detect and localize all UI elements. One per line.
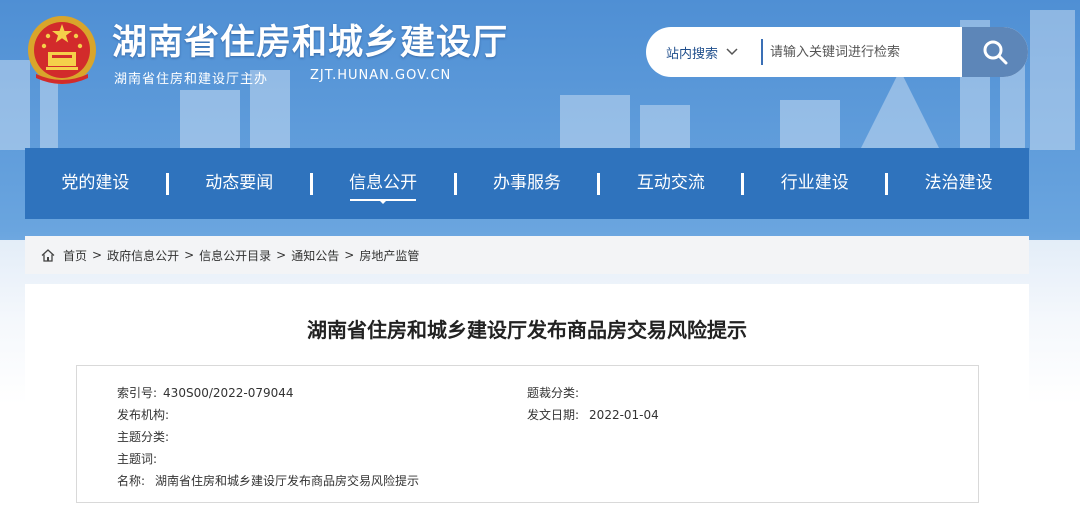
meta-name: 名称: 湖南省住房和城乡建设厅发布商品房交易风险提示 [117, 472, 419, 489]
search-scope-label: 站内搜索 [665, 46, 718, 62]
nav-item-industry[interactable]: 行业建设 [744, 148, 885, 219]
breadcrumb-real-estate[interactable]: 房地产监管 [359, 247, 419, 264]
search-input[interactable] [768, 37, 962, 67]
breadcrumb-info-catalog[interactable]: 信息公开目录 [199, 247, 271, 264]
breadcrumb-separator: > [92, 248, 103, 262]
search-scope-select[interactable]: 站内搜索 [646, 27, 758, 77]
meta-name-value: 湖南省住房和城乡建设厅发布商品房交易风险提示 [155, 474, 420, 488]
meta-date-value: 2022-01-04 [589, 408, 659, 422]
active-caret-icon [379, 200, 388, 204]
meta-name-label: 名称: [117, 474, 146, 488]
meta-publisher-label: 发布机构: [117, 408, 170, 422]
meta-genre-label: 题裁分类: [527, 386, 580, 400]
breadcrumb-home[interactable]: 首页 [63, 247, 87, 264]
nav-item-info-disclosure[interactable]: 信息公开 [313, 148, 454, 219]
chevron-down-icon [726, 48, 738, 56]
meta-index-value: 430S00/2022-079044 [163, 386, 294, 400]
nav-item-interaction[interactable]: 互动交流 [600, 148, 741, 219]
breadcrumb-separator: > [276, 248, 287, 262]
home-icon[interactable] [41, 248, 55, 262]
nav-item-party-building[interactable]: 党的建设 [25, 148, 166, 219]
main-nav: 党的建设 动态要闻 信息公开 办事服务 互动交流 行业建设 法治建设 [25, 148, 1029, 219]
search-button[interactable] [962, 27, 1028, 77]
search-icon [983, 40, 1008, 65]
nav-item-news[interactable]: 动态要闻 [169, 148, 310, 219]
breadcrumb: 首页 > 政府信息公开 > 信息公开目录 > 通知公告 > 房地产监管 [25, 236, 1029, 274]
article-title: 湖南省住房和城乡建设厅发布商品房交易风险提示 [307, 318, 747, 342]
meta-keywords: 主题词: [117, 450, 163, 467]
search-divider [761, 39, 763, 65]
breadcrumb-separator: > [184, 248, 195, 262]
breadcrumb-gov-info[interactable]: 政府信息公开 [107, 247, 179, 264]
meta-publisher: 发布机构: [117, 406, 175, 423]
meta-date-label: 发文日期: [527, 408, 580, 422]
national-emblem-icon [28, 16, 96, 84]
nav-item-services[interactable]: 办事服务 [457, 148, 598, 219]
meta-genre: 题裁分类: [527, 384, 585, 401]
meta-keywords-label: 主题词: [117, 452, 158, 466]
site-domain: ZJT.HUNAN.GOV.CN [310, 68, 452, 83]
nav-item-rule-of-law[interactable]: 法治建设 [888, 148, 1029, 219]
site-subtitle: 湖南省住房和建设厅主办 [114, 72, 269, 87]
breadcrumb-separator: > [344, 248, 355, 262]
meta-index-label: 索引号: [117, 386, 158, 400]
meta-index: 索引号: 430S00/2022-079044 [117, 384, 294, 401]
meta-topic: 主题分类: [117, 428, 175, 445]
article-meta-box: 索引号: 430S00/2022-079044 题裁分类: 发布机构: 发文日期:… [76, 365, 979, 503]
site-title: 湖南省住房和城乡建设厅 [112, 23, 509, 63]
search-bar: 站内搜索 [646, 27, 1028, 77]
breadcrumb-notices[interactable]: 通知公告 [291, 247, 339, 264]
meta-date: 发文日期: 2022-01-04 [527, 406, 659, 423]
meta-topic-label: 主题分类: [117, 430, 170, 444]
